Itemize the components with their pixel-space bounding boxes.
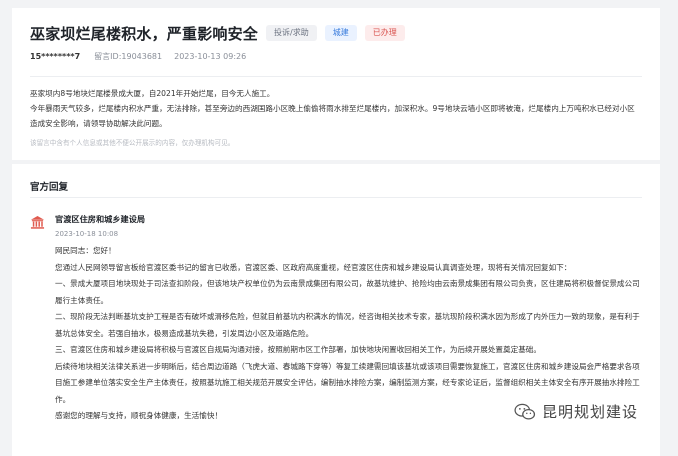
- post-title: 巫家坝烂尾楼积水，严重影响安全: [30, 24, 259, 43]
- reply-paragraph: 网民同志：您好！: [55, 246, 116, 255]
- post-meta: 15********7 留言ID:19043681 2023-10-13 09:…: [30, 48, 642, 64]
- post-content-line: 巫家坝内8号地块烂尾楼景成大厦，自2021年开始烂尾，目今无人施工。: [30, 89, 275, 98]
- wechat-icon: [514, 403, 536, 420]
- tag-category[interactable]: 投诉/求助: [266, 25, 317, 41]
- reply-paragraph: 您通过人民网领导留言板给官渡区委书记的留言已收悉，官渡区委、区政府高度重视，经官…: [55, 262, 572, 272]
- wechat-watermark: 昆明规划建设: [513, 401, 638, 422]
- post-datetime: 2023-10-13 09:26: [174, 51, 247, 61]
- post-user: 15********7: [30, 51, 81, 61]
- divider: [30, 76, 642, 77]
- post-card: 巫家坝烂尾楼积水，严重影响安全 投诉/求助 城建 已办理 15********7…: [12, 8, 660, 160]
- reply-header: 官渡区住房和城乡建设局 2023-10-18 10:08: [30, 213, 642, 238]
- privacy-note: 该留言中含有个人信息或其他不便公开展示的内容，仅办理机构可见。: [30, 139, 235, 147]
- reply-department[interactable]: 官渡区住房和城乡建设局: [55, 213, 145, 225]
- post-content-line: 今年暴雨天气较多，烂尾楼内积水严重，无法排除，甚至旁边的西湖国路小区晚上偷偷将雨…: [30, 104, 635, 128]
- post-content: 巫家坝内8号地块烂尾楼景成大厦，自2021年开始烂尾，目今无人施工。 今年暴雨天…: [30, 86, 642, 131]
- government-building-icon: [30, 215, 45, 229]
- status-badge: 已办理: [364, 25, 405, 41]
- post-title-row: 巫家坝烂尾楼积水，严重影响安全 投诉/求助 城建 已办理: [30, 20, 642, 46]
- reply-paragraph: 三、官渡区住房和城乡建设局将积极与官渡区自规局沟通对接，按照前期市区工作部署，加…: [55, 345, 541, 354]
- reply-paragraph: 一、景成大厦项目地块现处于司法查扣阶段，但该地块产权单位仍为云南景成集团有限公司…: [55, 279, 640, 305]
- divider: [30, 197, 642, 198]
- tag-field[interactable]: 城建: [324, 25, 357, 41]
- reply-body: 网民同志：您好！ 您通过人民网领导留言板给官渡区委书记的留言已收悉，官渡区委、区…: [55, 243, 642, 425]
- message-id: 留言ID:19043681: [94, 51, 163, 61]
- reply-date: 2023-10-18 10:08: [55, 230, 119, 238]
- section-title: 官方回复: [30, 182, 69, 193]
- watermark-text: 昆明规划建设: [541, 403, 638, 421]
- reply-paragraph: 二、现阶段无法判断基坑支护工程是否有破坏或滑移危险，但就目前基坑内积满水的情况，…: [55, 312, 640, 338]
